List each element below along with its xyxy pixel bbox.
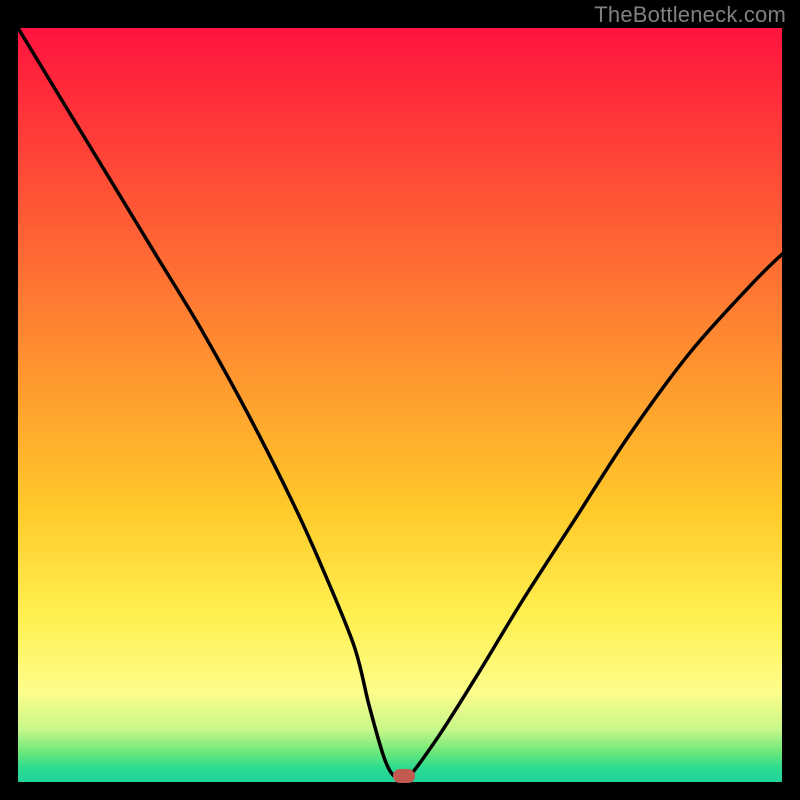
plot-area (18, 28, 782, 782)
watermark-text: TheBottleneck.com (594, 2, 786, 28)
optimal-point-marker (393, 769, 415, 783)
chart-frame: TheBottleneck.com (0, 0, 800, 800)
bottleneck-curve (18, 28, 782, 782)
